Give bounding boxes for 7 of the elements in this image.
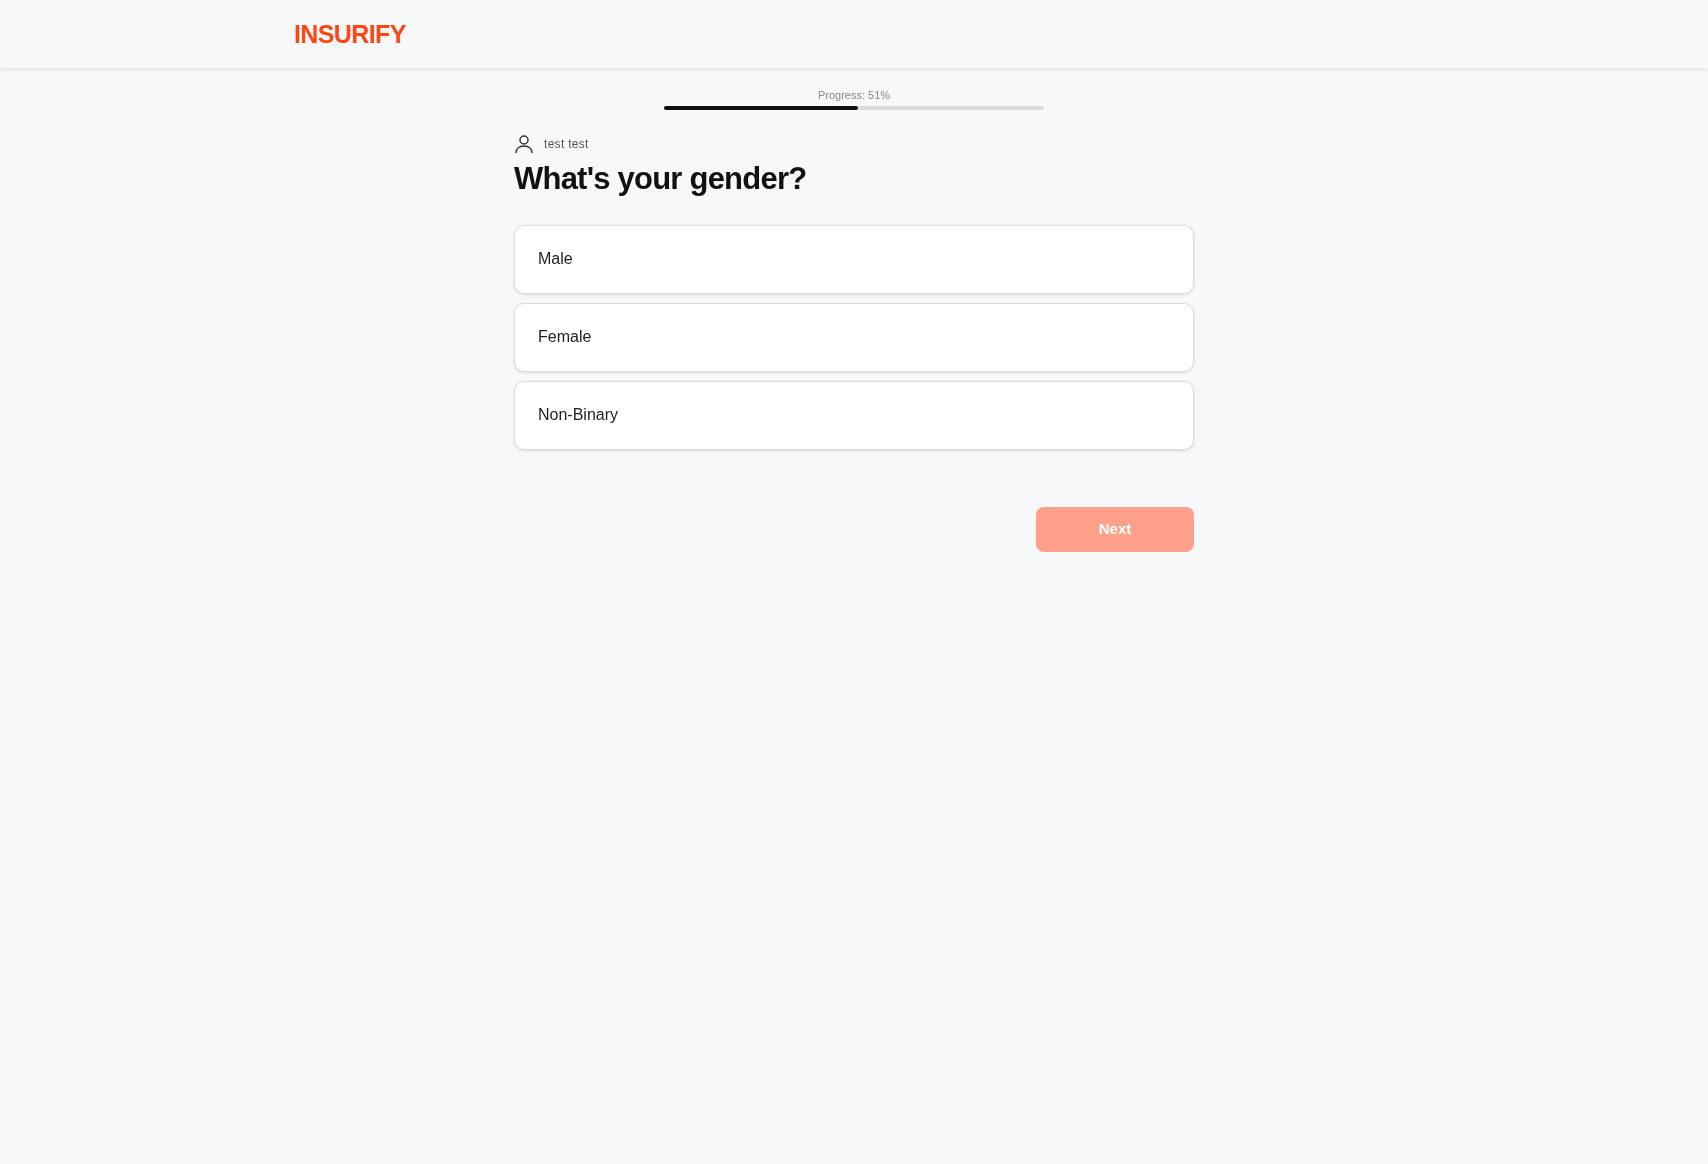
progress-label: Progress: 51% xyxy=(817,90,891,101)
option-button[interactable]: Male xyxy=(514,224,1194,294)
option-button[interactable]: Female xyxy=(514,302,1194,372)
user-icon xyxy=(514,134,534,154)
user-name: test test xyxy=(544,136,589,153)
option-button[interactable]: Non-Binary xyxy=(514,380,1194,450)
question-heading: What's your gender? xyxy=(514,160,808,198)
